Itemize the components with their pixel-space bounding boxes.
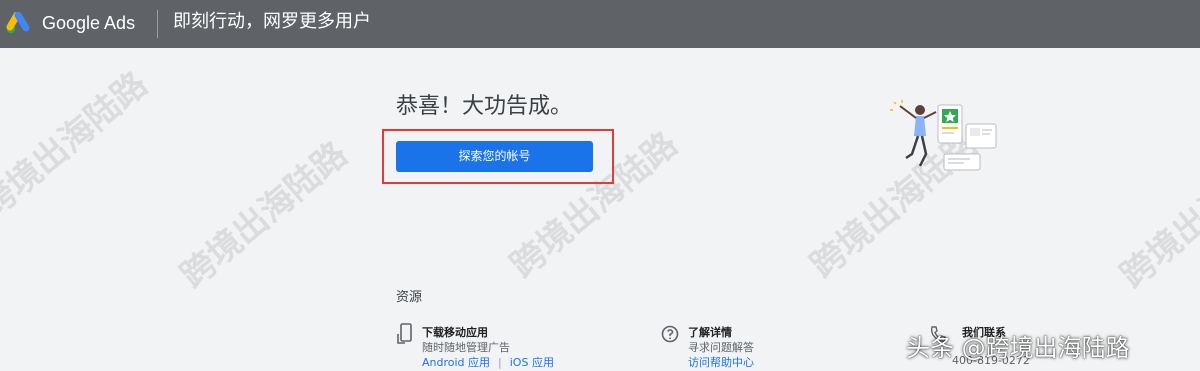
main-content: 跨境出海陆路 跨境出海陆路 跨境出海陆路 跨境出海陆路 跨境出海陆路 恭喜！大功… [0, 48, 1200, 371]
source-caption: 头条 @跨境出海陆路 [906, 334, 1130, 362]
resource-description: 随时随地管理广告 [422, 341, 510, 354]
link-separator: | [498, 356, 502, 369]
celebration-illustration [890, 100, 997, 171]
question-icon [661, 325, 679, 343]
resource-title: 了解详情 [688, 326, 732, 339]
brand-name[interactable]: Google Ads [42, 0, 135, 48]
phone-icon [397, 323, 412, 344]
watermark: 跨境出海陆路 [173, 134, 356, 297]
watermark: 跨境出海陆路 [1113, 134, 1200, 297]
help-center-link[interactable]: 访问帮助中心 [688, 354, 754, 370]
ios-app-link[interactable]: iOS 应用 [510, 356, 554, 369]
header-divider [157, 10, 158, 38]
google-ads-logo-icon[interactable] [6, 12, 32, 34]
resource-description: 寻求问题解答 [688, 341, 754, 354]
header-tagline: 即刻行动，网罗更多用户 [173, 11, 371, 32]
android-app-link[interactable]: Android 应用 [422, 356, 490, 369]
congrats-heading: 恭喜！大功告成。 [396, 94, 573, 119]
explore-account-button[interactable]: 探索您的帐号 [396, 141, 593, 172]
resources-heading: 资源 [396, 290, 423, 305]
resource-links: Android 应用 | iOS 应用 [422, 354, 554, 370]
top-bar: Google Ads 即刻行动，网罗更多用户 [0, 0, 1200, 48]
resource-title: 下载移动应用 [422, 326, 488, 339]
watermark: 跨境出海陆路 [0, 64, 156, 227]
